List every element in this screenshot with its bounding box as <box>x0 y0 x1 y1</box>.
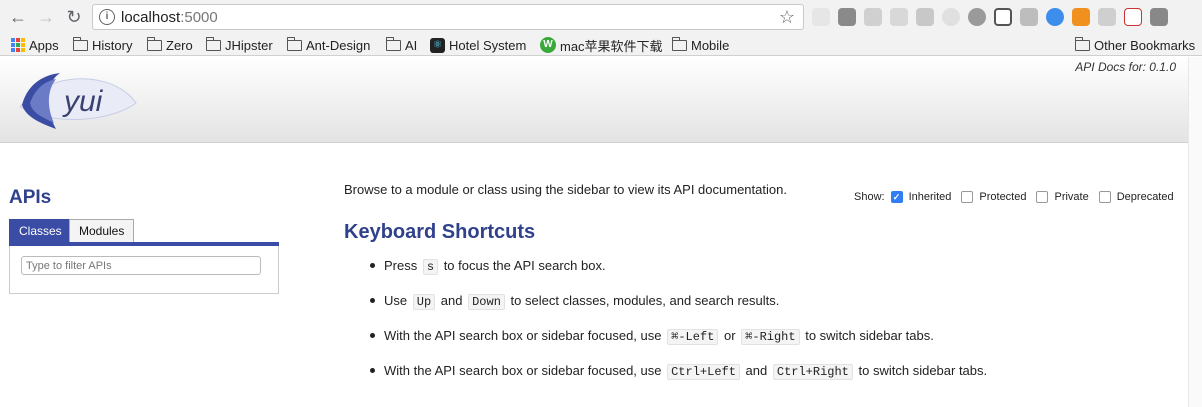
bookmark-mobile[interactable]: Mobile <box>672 36 729 54</box>
bookmark-ai[interactable]: AI <box>386 36 417 54</box>
bookmark-ant-design[interactable]: Ant-Design <box>287 36 370 54</box>
react-icon: ⚛ <box>430 37 445 53</box>
key-code: Down <box>468 294 505 310</box>
protected-checkbox[interactable] <box>961 191 974 203</box>
extension-icon[interactable] <box>838 8 856 26</box>
show-options: Show: ✓ Inherited Protected Private Depr… <box>854 191 1184 203</box>
extension-icon[interactable] <box>864 8 882 26</box>
extension-icon[interactable] <box>994 8 1012 26</box>
shortcuts-list: Press s to focus the API search box. Use… <box>370 257 987 397</box>
key-code: ⌘-Left <box>667 329 719 345</box>
extension-icon[interactable] <box>1124 8 1142 26</box>
scrollbar[interactable] <box>1188 57 1202 407</box>
list-item: Press s to focus the API search box. <box>370 257 987 292</box>
show-label: Show: <box>854 191 885 203</box>
reload-icon[interactable]: ↻ <box>62 5 86 29</box>
tab-classes[interactable]: Classes <box>9 219 72 242</box>
extension-icon[interactable] <box>968 8 986 26</box>
api-filter-input[interactable] <box>21 256 261 275</box>
browser-toolbar: ← → ↻ i localhost:5000 ☆ <box>0 0 1202 34</box>
list-item: With the API search box or sidebar focus… <box>370 327 987 362</box>
tab-modules[interactable]: Modules <box>69 219 135 242</box>
bookmark-history[interactable]: History <box>73 36 132 54</box>
extension-icon[interactable] <box>1072 8 1090 26</box>
sidebar-title: APIs <box>9 187 52 208</box>
list-item: With the API search box or sidebar focus… <box>370 362 987 397</box>
bookmarks-bar: Apps History Zero JHipster Ant-Design AI… <box>0 34 1202 56</box>
key-code: Ctrl+Right <box>772 364 853 380</box>
extension-icon[interactable] <box>1020 8 1038 26</box>
deprecated-label[interactable]: Deprecated <box>1117 191 1174 203</box>
bookmark-apps[interactable]: Apps <box>11 36 59 54</box>
key-code: ⌘-Right <box>741 329 800 345</box>
folder-icon <box>386 37 401 51</box>
address-bar[interactable]: i localhost:5000 ☆ <box>92 4 804 30</box>
folder-icon <box>206 37 221 51</box>
bookmark-mac-software[interactable]: Wmac苹果软件下载 <box>540 36 663 54</box>
inherited-checkbox[interactable]: ✓ <box>890 191 903 203</box>
private-label[interactable]: Private <box>1054 191 1088 203</box>
inherited-label[interactable]: Inherited <box>909 191 952 203</box>
info-icon[interactable]: i <box>99 9 115 25</box>
extension-icon[interactable] <box>1098 8 1116 26</box>
sidebar-tabs: Classes Modules <box>9 219 279 246</box>
bookmark-zero[interactable]: Zero <box>147 36 193 54</box>
private-checkbox[interactable] <box>1036 191 1049 203</box>
extension-icon[interactable] <box>890 8 908 26</box>
cloud-icon[interactable] <box>1046 8 1064 26</box>
deprecated-checkbox[interactable] <box>1098 191 1111 203</box>
key-code: Ctrl+Left <box>667 364 740 380</box>
forward-arrow-icon[interactable]: → <box>34 5 58 29</box>
folder-icon <box>287 37 302 51</box>
bookmark-other[interactable]: Other Bookmarks <box>1075 36 1195 54</box>
shortcuts-heading: Keyboard Shortcuts <box>344 221 536 243</box>
back-arrow-icon[interactable]: ← <box>6 5 30 29</box>
list-item: Use Up and Down to select classes, modul… <box>370 292 987 327</box>
folder-icon <box>672 37 687 51</box>
folder-icon <box>73 37 88 51</box>
bookmark-hotel-system[interactable]: ⚛ Hotel System <box>430 36 526 54</box>
mac-software-icon: W <box>540 37 556 53</box>
intro-text: Browse to a module or class using the si… <box>344 182 787 197</box>
yui-logo[interactable]: yui <box>16 63 140 133</box>
folder-icon <box>147 37 162 51</box>
extension-icons <box>812 8 1168 26</box>
url-text: localhost:5000 <box>121 9 218 26</box>
apps-grid-icon <box>11 38 25 52</box>
extension-icon[interactable] <box>942 8 960 26</box>
key-code: s <box>422 259 439 275</box>
protected-label[interactable]: Protected <box>979 191 1026 203</box>
svg-text:yui: yui <box>62 85 104 118</box>
extension-icon[interactable] <box>1150 8 1168 26</box>
folder-icon <box>1075 37 1090 51</box>
key-code: Up <box>412 294 436 310</box>
page-header: yui API Docs for: 0.1.0 <box>0 57 1202 143</box>
bookmark-jhipster[interactable]: JHipster <box>206 36 273 54</box>
sidebar-panel <box>9 246 279 294</box>
extension-icon[interactable] <box>812 8 830 26</box>
version-label: API Docs for: 0.1.0 <box>1075 60 1176 74</box>
extension-icon[interactable] <box>916 8 934 26</box>
bookmark-star-icon[interactable]: ☆ <box>779 7 795 28</box>
